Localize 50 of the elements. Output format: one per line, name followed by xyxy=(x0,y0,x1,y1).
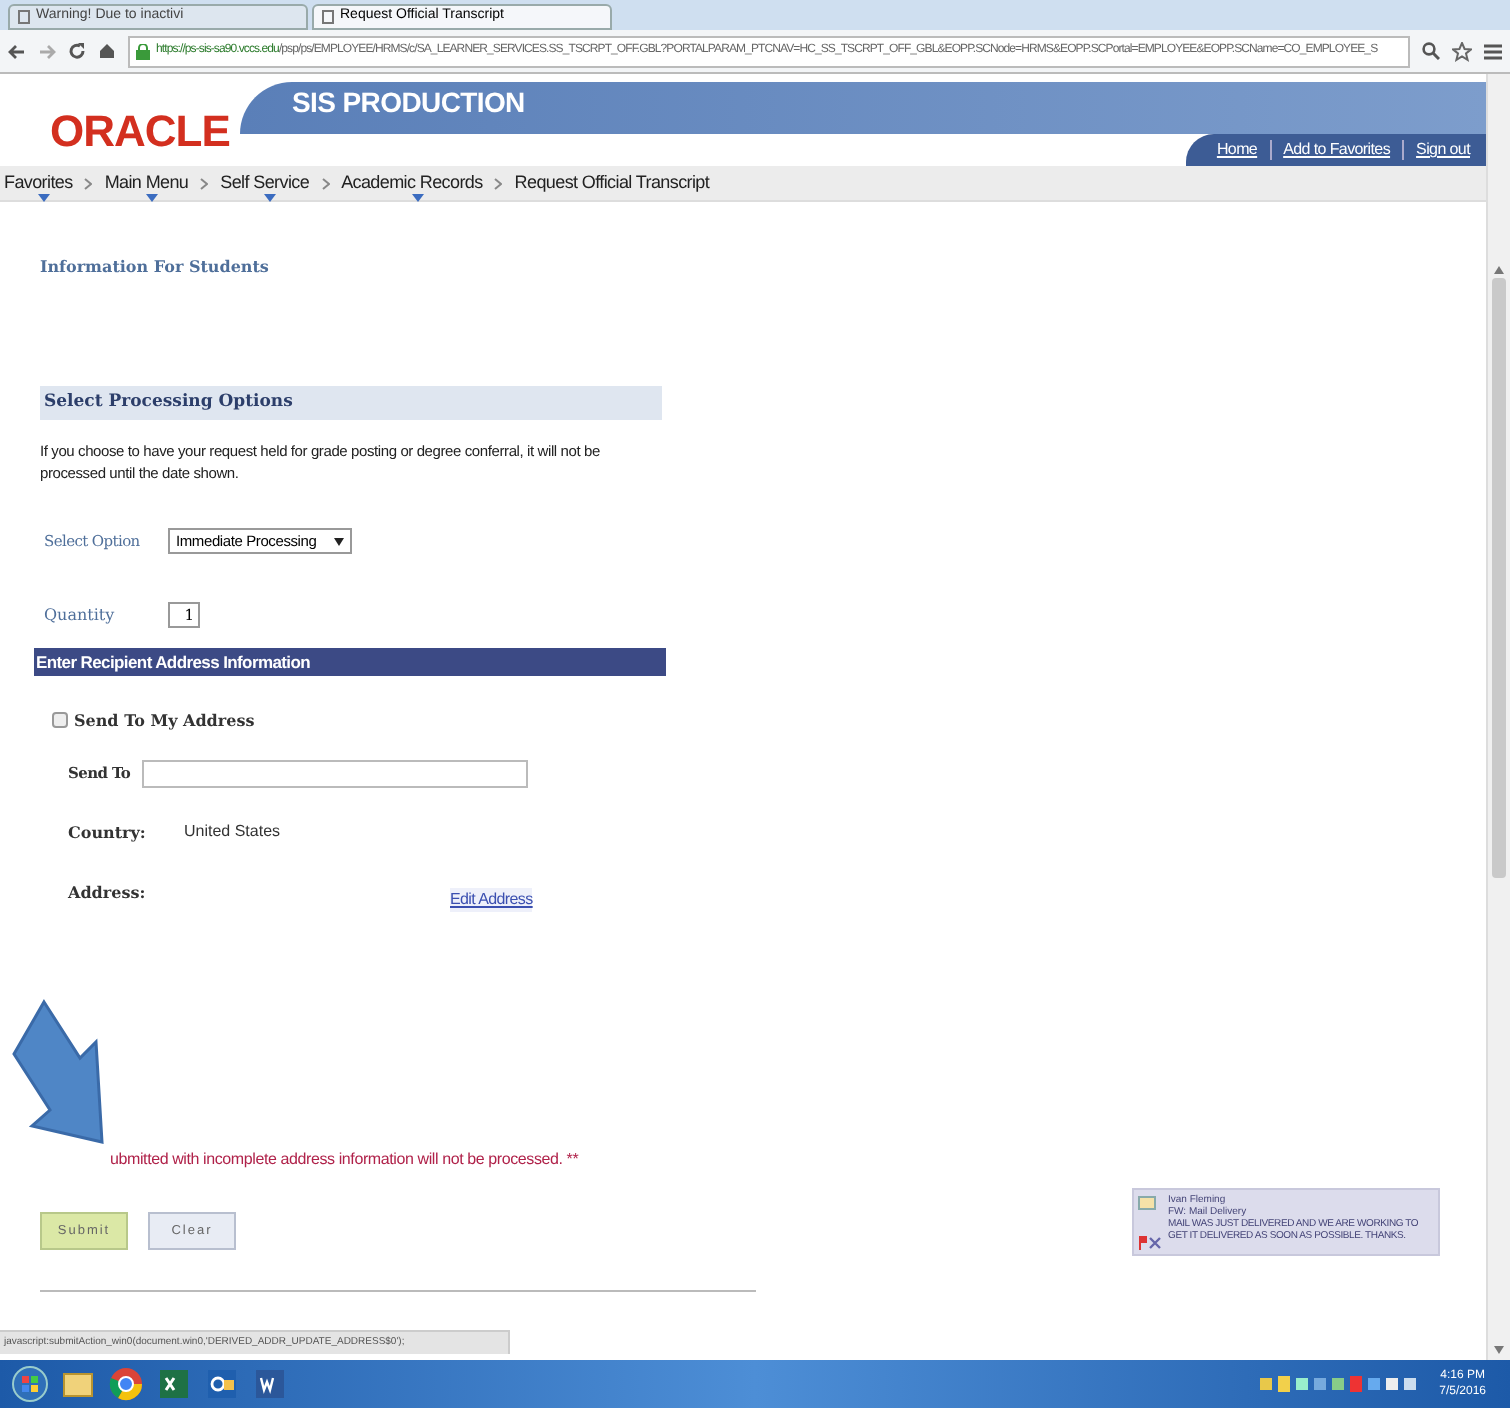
edit-address-link[interactable]: Edit Address xyxy=(450,888,533,912)
chevron-icon xyxy=(321,177,330,189)
field-label: Country: xyxy=(68,820,140,844)
chevron-icon xyxy=(200,177,209,189)
menu-icon[interactable] xyxy=(1484,43,1502,59)
scroll-down-icon[interactable] xyxy=(1494,1346,1504,1354)
star-icon[interactable] xyxy=(1452,41,1472,61)
section-heading: Enter Recipient Address Information xyxy=(34,648,666,676)
header-link[interactable]: Home xyxy=(1216,138,1258,162)
section-heading: Select Processing Options xyxy=(40,386,662,420)
breadcrumb-item[interactable]: Academic Records xyxy=(341,165,483,201)
breadcrumb-item[interactable]: Request Official Transcript xyxy=(514,165,710,201)
country-value: United States xyxy=(184,820,281,844)
checkbox[interactable] xyxy=(52,712,68,728)
chevron-icon xyxy=(494,177,503,189)
header-link[interactable]: Sign out xyxy=(1416,138,1470,162)
back-icon[interactable] xyxy=(8,43,26,59)
send-to-field[interactable] xyxy=(142,760,528,788)
flag-delete-icon[interactable] xyxy=(1138,1236,1162,1250)
chrome-icon[interactable] xyxy=(108,1366,144,1402)
excel-icon[interactable] xyxy=(156,1366,192,1402)
home-icon[interactable] xyxy=(98,42,116,60)
dropdown-icon xyxy=(264,193,277,201)
envelope-icon xyxy=(1138,1194,1156,1212)
checkbox-label: Send To My Address xyxy=(74,708,255,732)
scroll-up-icon[interactable] xyxy=(1494,266,1504,274)
reload-icon[interactable] xyxy=(68,42,86,60)
dropdown-icon xyxy=(411,193,424,201)
dropdown-icon xyxy=(146,193,159,201)
breadcrumb-item[interactable]: Main Menu xyxy=(104,165,189,201)
page-icon xyxy=(322,10,334,24)
breadcrumb-item[interactable]: Favorites xyxy=(4,165,73,201)
header-link[interactable]: Add to Favorites xyxy=(1283,138,1391,162)
field-label: Address: xyxy=(68,880,148,904)
start-orb-icon[interactable] xyxy=(12,1366,48,1402)
page-icon xyxy=(18,10,30,24)
word-icon[interactable] xyxy=(252,1366,288,1402)
info-link[interactable]: Information For Students xyxy=(40,254,269,278)
header-title: SIS PRODUCTION xyxy=(292,84,525,122)
dropdown-icon xyxy=(38,193,51,201)
field-label: Quantity xyxy=(44,603,117,627)
breadcrumb-item[interactable]: Self Service xyxy=(220,165,310,201)
caret-icon xyxy=(334,537,344,545)
chevron-icon xyxy=(84,177,93,189)
warning-text: ubmitted with incomplete address information will not be processed. ** xyxy=(110,1148,581,1172)
search-icon[interactable] xyxy=(1422,42,1440,60)
oracle-logo: ORACLE xyxy=(50,104,230,160)
scrollbar[interactable] xyxy=(1486,74,1510,1360)
lock-icon xyxy=(136,43,150,59)
outlook-icon[interactable] xyxy=(204,1366,240,1402)
